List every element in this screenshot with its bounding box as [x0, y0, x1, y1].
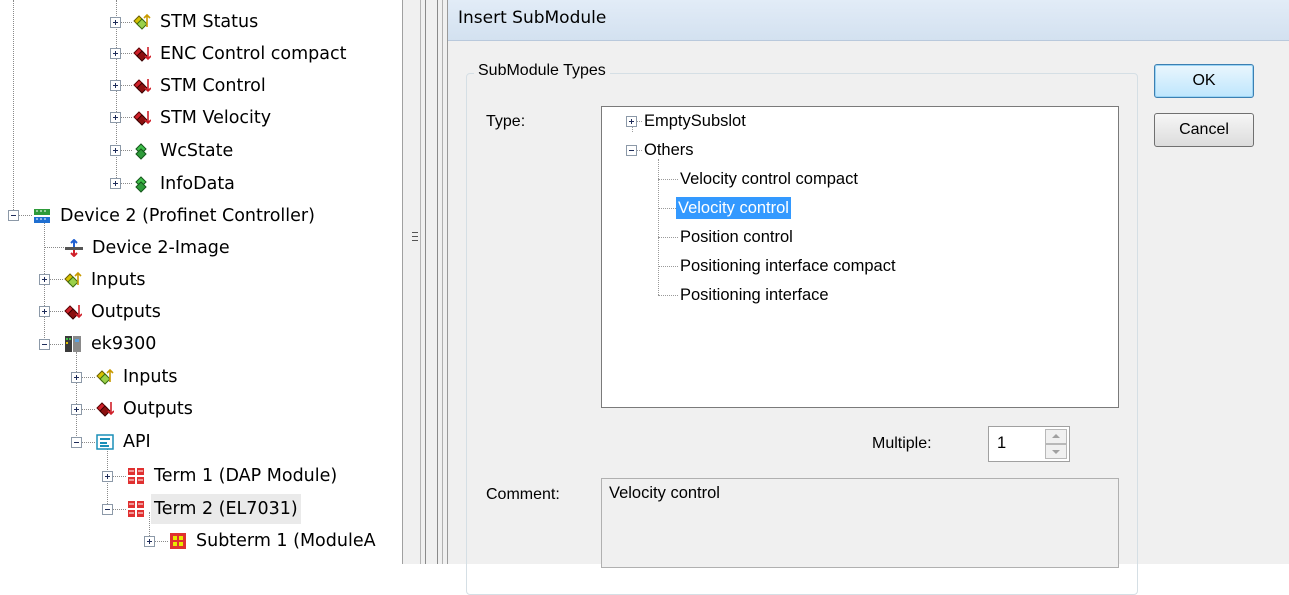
ok-button[interactable]: OK [1154, 64, 1254, 98]
tree-item-label: Device 2-Image [92, 238, 230, 258]
collapse-toggle[interactable] [39, 339, 50, 350]
comment-label: Comment: [486, 486, 560, 503]
dialog-title: Insert SubModule [458, 8, 607, 28]
group-title: SubModule Types [474, 62, 610, 80]
tree-item-stm-status[interactable]: STM Status [133, 7, 261, 37]
expand-toggle[interactable] [110, 48, 121, 59]
tree-item-label: ENC Control compact [160, 44, 347, 64]
tree-item-term-1[interactable]: Term 1 (DAP Module) [127, 461, 340, 491]
tree-item-wcstate[interactable]: WcState [133, 136, 236, 166]
tree-item-label: WcState [160, 141, 234, 161]
expand-toggle[interactable] [110, 80, 121, 91]
terminal-icon [128, 501, 144, 517]
subterminal-icon [170, 533, 186, 549]
cancel-button[interactable]: Cancel [1154, 113, 1254, 147]
project-tree[interactable]: STM Status ENC Control compact STM Contr… [0, 0, 402, 564]
collapse-toggle[interactable] [8, 210, 19, 221]
tree-item-term-2[interactable]: Term 2 (EL7031) [127, 494, 301, 524]
type-item-velocity-control-compact[interactable]: Velocity control compact [678, 168, 860, 190]
tree-item-label: Device 2 (Profinet Controller) [60, 206, 315, 226]
tree-item-label: Inputs [91, 270, 146, 290]
spin-up-button[interactable] [1045, 429, 1067, 444]
expand-toggle[interactable] [626, 116, 637, 127]
tree-item-device-2-image[interactable]: Device 2-Image [65, 233, 233, 263]
tree-item-infodata[interactable]: InfoData [133, 169, 238, 199]
output-icon [96, 402, 114, 417]
multiple-label: Multiple: [872, 435, 932, 452]
tree-item-label: ek9300 [91, 334, 157, 354]
tree-item-label: STM Velocity [160, 108, 272, 128]
profinet-device-icon [34, 209, 50, 223]
expand-toggle[interactable] [110, 178, 121, 189]
type-item-positioning-interface-compact[interactable]: Positioning interface compact [678, 255, 898, 277]
tree-item-enc-control-compact[interactable]: ENC Control compact [133, 39, 349, 69]
type-label: Type: [486, 113, 526, 130]
tree-item-subterm-1[interactable]: Subterm 1 (ModuleA [169, 526, 379, 556]
api-icon [96, 434, 114, 450]
tree-item-outputs[interactable]: Outputs [64, 297, 164, 327]
insert-submodule-dialog: Insert SubModule SubModule Types Type: E… [448, 0, 1289, 595]
comment-field[interactable]: Velocity control [601, 478, 1119, 568]
type-item-positioning-interface[interactable]: Positioning interface [678, 284, 831, 306]
input-icon [64, 271, 82, 288]
collapse-toggle[interactable] [102, 504, 113, 515]
expand-toggle[interactable] [110, 145, 121, 156]
input-icon [96, 368, 114, 385]
type-item-emptysubslot[interactable]: EmptySubslot [642, 110, 748, 132]
splitter-grip-icon [412, 232, 418, 242]
tree-item-label: STM Status [160, 12, 259, 32]
tree-item-label: API [123, 432, 151, 452]
tree-item-label: Term 2 (EL7031) [151, 494, 301, 524]
output-icon [133, 79, 151, 94]
spin-down-button[interactable] [1045, 444, 1067, 459]
type-item-position-control[interactable]: Position control [678, 226, 795, 248]
tree-item-label: Inputs [123, 367, 178, 387]
collapse-toggle[interactable] [626, 145, 637, 156]
terminal-icon [128, 468, 144, 484]
comment-text: Velocity control [609, 484, 720, 502]
tree-item-label: STM Control [160, 76, 266, 96]
dialog-title-bar[interactable]: Insert SubModule [448, 0, 1289, 41]
type-tree[interactable]: EmptySubslot Others Velocity control com… [601, 106, 1119, 408]
tree-item-label: Subterm 1 (ModuleA [196, 531, 376, 551]
tree-item-ek9300-outputs[interactable]: Outputs [96, 394, 196, 424]
expand-toggle[interactable] [144, 536, 155, 547]
pane-splitter[interactable] [402, 0, 448, 564]
tree-item-label: Outputs [123, 399, 193, 419]
multiple-stepper[interactable]: 1 [988, 426, 1070, 462]
tree-item-stm-velocity[interactable]: STM Velocity [133, 103, 274, 133]
tree-item-stm-control[interactable]: STM Control [133, 71, 269, 101]
tree-item-label: InfoData [160, 174, 235, 194]
expand-toggle[interactable] [71, 404, 82, 415]
expand-toggle[interactable] [102, 471, 113, 482]
expand-toggle[interactable] [71, 372, 82, 383]
type-item-velocity-control[interactable]: Velocity control [676, 197, 791, 219]
tree-item-device-2[interactable]: Device 2 (Profinet Controller) [33, 201, 318, 231]
tree-item-label: Outputs [91, 302, 161, 322]
tree-item-ek9300-inputs[interactable]: Inputs [96, 362, 180, 392]
green-state-icon [135, 143, 147, 160]
output-icon [133, 47, 151, 62]
input-icon [133, 13, 151, 30]
tree-item-ek9300[interactable]: ek9300 [64, 329, 159, 359]
tree-item-label: Term 1 (DAP Module) [154, 466, 338, 486]
green-state-icon [135, 176, 147, 193]
image-icon [65, 239, 83, 257]
expand-toggle[interactable] [39, 306, 50, 317]
collapse-toggle[interactable] [71, 437, 82, 448]
tree-item-inputs[interactable]: Inputs [64, 265, 148, 295]
expand-toggle[interactable] [39, 274, 50, 285]
coupler-icon [65, 336, 81, 352]
type-item-others[interactable]: Others [642, 139, 696, 161]
multiple-value: 1 [997, 434, 1007, 452]
expand-toggle[interactable] [110, 17, 121, 28]
expand-toggle[interactable] [110, 112, 121, 123]
tree-item-api[interactable]: API [96, 427, 154, 457]
output-icon [64, 305, 82, 320]
output-icon [133, 111, 151, 126]
